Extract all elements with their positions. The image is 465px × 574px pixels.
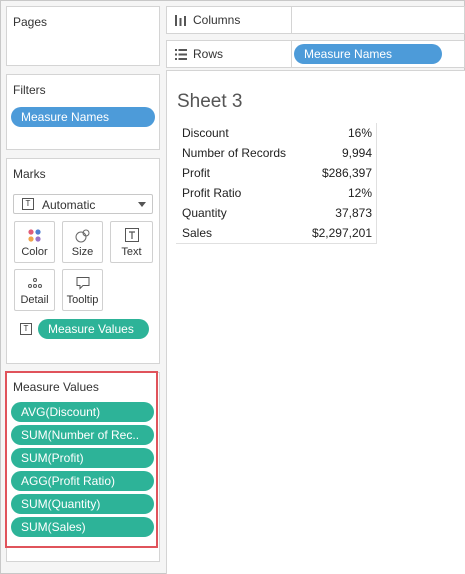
color-icon (15, 228, 54, 244)
row-value: 37,873 (335, 206, 372, 220)
row-name: Number of Records (182, 146, 287, 160)
text-icon (111, 228, 152, 244)
table-row[interactable]: Profit Ratio 12% (176, 183, 376, 203)
filters-title: Filters (13, 83, 46, 97)
row-value: 9,994 (341, 146, 372, 160)
detail-icon (15, 276, 54, 292)
text-button[interactable]: Text (110, 221, 153, 263)
sheet-view: Sheet 3 Discount 16% Number of Records 9… (166, 70, 465, 574)
marks-pill-measure-values[interactable]: Measure Values (38, 319, 149, 339)
pages-title: Pages (13, 15, 48, 29)
chevron-down-icon (138, 202, 146, 207)
rows-pill-measure-names[interactable]: Measure Names (294, 44, 442, 64)
row-value: 16% (347, 126, 372, 140)
shelf-divider (291, 7, 292, 33)
row-name: Discount (182, 126, 229, 140)
row-name: Sales (182, 226, 213, 240)
rows-icon (175, 49, 187, 63)
table-row[interactable]: Profit $286,397 (176, 163, 376, 183)
text-encoding-icon: T (20, 323, 32, 335)
table-row[interactable]: Number of Records 9,994 (176, 143, 376, 163)
rows-shelf[interactable]: Rows Measure Names (166, 40, 465, 68)
columns-icon (175, 15, 187, 29)
measure-table: Discount 16% Number of Records 9,994 Pro… (176, 123, 377, 244)
text-label: Text (121, 246, 142, 258)
row-value: $2,297,201 (311, 226, 372, 240)
filter-pill-measure-names[interactable]: Measure Names (11, 107, 155, 127)
measure-values-highlight (5, 371, 158, 548)
table-row[interactable]: Quantity 37,873 (176, 203, 376, 223)
columns-shelf[interactable]: Columns (166, 6, 465, 34)
mark-type-value: Automatic (42, 198, 96, 212)
tooltip-button[interactable]: Tooltip (62, 269, 103, 311)
size-button[interactable]: Size (62, 221, 103, 263)
sheet-title: Sheet 3 (177, 91, 243, 112)
tableau-workspace: Pages Filters Measure Names Marks T Auto… (0, 0, 465, 574)
columns-label: Columns (193, 13, 241, 27)
tooltip-icon (63, 276, 102, 292)
detail-label: Detail (20, 294, 49, 306)
row-value: 12% (347, 186, 372, 200)
color-button[interactable]: Color (14, 221, 55, 263)
marks-title: Marks (13, 167, 46, 181)
color-label: Color (21, 246, 48, 258)
filters-card: Filters Measure Names (6, 74, 160, 150)
size-icon (63, 228, 102, 244)
detail-button[interactable]: Detail (14, 269, 55, 311)
text-mark-icon: T (22, 198, 34, 210)
pages-card: Pages (6, 6, 160, 66)
rows-label: Rows (193, 47, 224, 61)
row-name: Profit (182, 166, 211, 180)
tooltip-label: Tooltip (66, 294, 99, 306)
table-row[interactable]: Sales $2,297,201 (176, 223, 376, 243)
row-name: Profit Ratio (182, 186, 242, 200)
shelf-divider (291, 41, 292, 67)
row-value: $286,397 (321, 166, 372, 180)
row-name: Quantity (182, 206, 227, 220)
size-label: Size (71, 246, 94, 258)
mark-type-select[interactable]: T Automatic (13, 194, 153, 214)
table-row[interactable]: Discount 16% (176, 123, 376, 143)
